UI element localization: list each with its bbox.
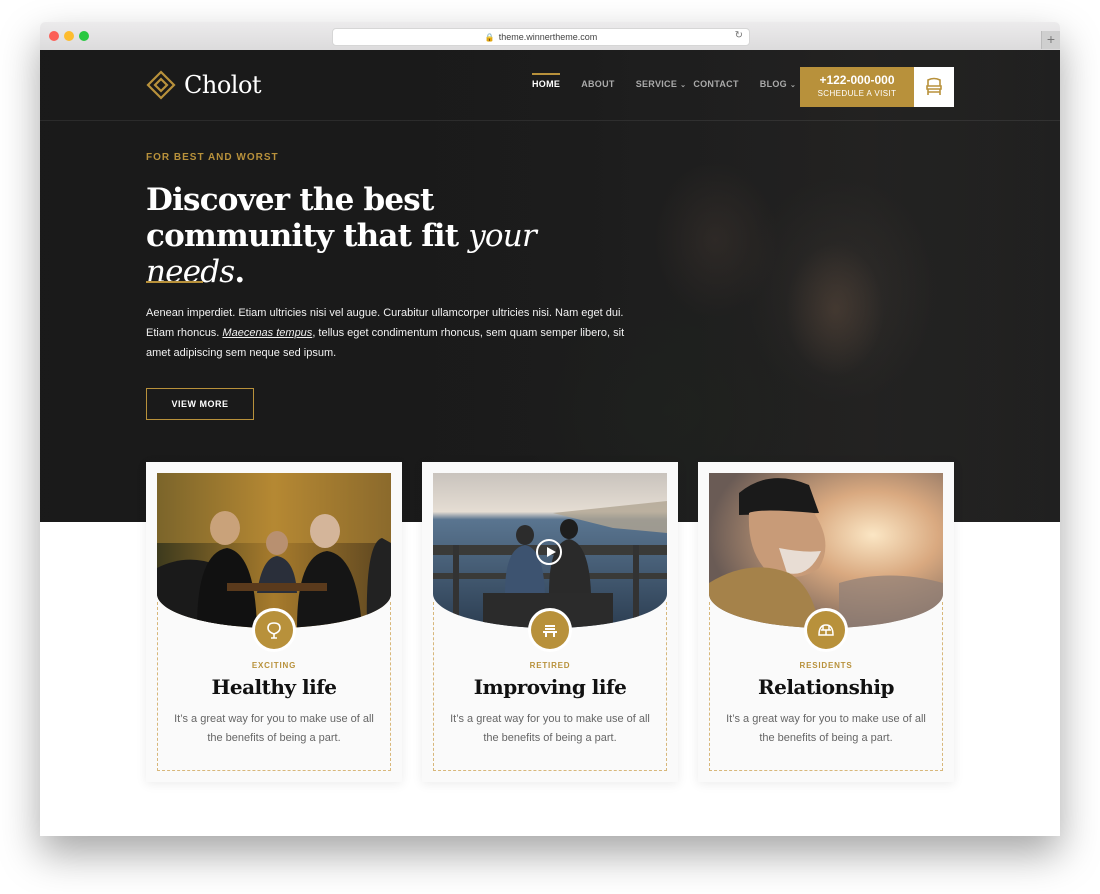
chess-photo bbox=[157, 473, 391, 628]
hero-eyebrow: FOR BEST AND WORST bbox=[146, 152, 279, 163]
card-tag: RESIDENTS bbox=[799, 661, 853, 670]
card-text: It’s a great way for you to make use of … bbox=[726, 713, 926, 744]
site-header: Cholot HOME ABOUT SERVICE ⌄ CONTACT BLOG ⌄… bbox=[40, 50, 1060, 121]
nav-item-contact[interactable]: CONTACT bbox=[693, 79, 738, 89]
nav-label: ABOUT bbox=[581, 79, 615, 89]
nav-item-home[interactable]: HOME bbox=[532, 73, 561, 89]
nav-label: HOME bbox=[532, 79, 561, 89]
headline-end: . bbox=[234, 254, 245, 290]
card-icon-wrapper bbox=[528, 608, 572, 652]
view-more-button[interactable]: VIEW MORE bbox=[146, 388, 254, 420]
lead-link[interactable]: Maecenas tempus bbox=[222, 327, 312, 339]
browser-chrome: 🔒 theme.winnertheme.com ↻ + bbox=[40, 22, 1060, 51]
feature-card-improving-life[interactable]: RETIRED Improving life It’s a great way … bbox=[422, 462, 678, 782]
hero-headline: Discover the best community that fit you… bbox=[146, 182, 626, 290]
card-photo-beach bbox=[433, 473, 667, 628]
schedule-visit-button[interactable]: +122-000-000 SCHEDULE A VISIT bbox=[800, 67, 914, 107]
hero-lead: Aenean imperdiet. Etiam ultricies nisi v… bbox=[146, 303, 626, 363]
address-bar[interactable]: 🔒 theme.winnertheme.com ↻ bbox=[332, 28, 750, 46]
chair-icon[interactable] bbox=[914, 67, 954, 107]
maximize-window-button[interactable] bbox=[79, 31, 89, 41]
feature-card-healthy-life[interactable]: EXCITING Healthy life It’s a great way f… bbox=[146, 462, 402, 782]
logo-mark-icon bbox=[146, 70, 176, 100]
igloo-icon bbox=[807, 611, 845, 649]
address-url: theme.winnertheme.com bbox=[498, 32, 598, 42]
play-video-button[interactable] bbox=[536, 539, 562, 565]
card-text: It’s a great way for you to make use of … bbox=[450, 713, 650, 744]
cta-phone: +122-000-000 bbox=[819, 73, 895, 87]
card-text: It’s a great way for you to make use of … bbox=[174, 713, 374, 744]
card-title[interactable]: Relationship bbox=[698, 675, 954, 699]
headline-text: Discover the best community that fit bbox=[146, 182, 469, 254]
main-nav: HOME ABOUT SERVICE ⌄ CONTACT BLOG ⌄ bbox=[532, 73, 817, 89]
cta-label: SCHEDULE A VISIT bbox=[817, 89, 897, 98]
nav-item-blog[interactable]: BLOG ⌄ bbox=[760, 79, 796, 89]
minimize-window-button[interactable] bbox=[64, 31, 74, 41]
card-tag: EXCITING bbox=[251, 661, 297, 670]
portrait-photo bbox=[709, 473, 943, 628]
nav-label: CONTACT bbox=[693, 79, 739, 89]
card-icon-wrapper bbox=[804, 608, 848, 652]
card-photo-chess bbox=[157, 473, 391, 628]
card-photo-portrait bbox=[709, 473, 943, 628]
nav-label: SERVICE bbox=[635, 79, 678, 89]
card-title[interactable]: Improving life bbox=[422, 675, 678, 699]
card-icon-wrapper bbox=[252, 608, 296, 652]
chair-icon-svg bbox=[926, 77, 942, 95]
balloon-icon-svg bbox=[267, 622, 281, 639]
lock-icon: 🔒 bbox=[484, 32, 495, 42]
reload-icon[interactable]: ↻ bbox=[735, 30, 743, 41]
chevron-down-icon: ⌄ bbox=[680, 82, 687, 89]
chevron-down-icon: ⌄ bbox=[789, 82, 797, 89]
igloo-icon-svg bbox=[818, 624, 834, 636]
bench-icon-svg bbox=[543, 625, 557, 637]
logo-text: Cholot bbox=[184, 71, 262, 99]
accent-divider bbox=[146, 281, 203, 283]
card-title[interactable]: Healthy life bbox=[146, 675, 402, 699]
close-window-button[interactable] bbox=[49, 31, 59, 41]
new-tab-button[interactable]: + bbox=[1041, 31, 1060, 49]
site-logo[interactable]: Cholot bbox=[146, 70, 262, 100]
nav-item-service[interactable]: SERVICE ⌄ bbox=[636, 79, 687, 89]
feature-card-relationship[interactable]: RESIDENTS Relationship It’s a great way … bbox=[698, 462, 954, 782]
card-tag: RETIRED bbox=[529, 661, 571, 670]
browser-window: 🔒 theme.winnertheme.com ↻ + Cholot HOME … bbox=[40, 22, 1060, 836]
hero-section: Cholot HOME ABOUT SERVICE ⌄ CONTACT BLOG ⌄… bbox=[40, 50, 1060, 522]
website: Cholot HOME ABOUT SERVICE ⌄ CONTACT BLOG ⌄… bbox=[40, 50, 1060, 836]
nav-label: BLOG bbox=[759, 79, 787, 89]
balloon-icon bbox=[255, 611, 293, 649]
nav-item-about[interactable]: ABOUT bbox=[581, 79, 615, 89]
bench-icon bbox=[531, 611, 569, 649]
